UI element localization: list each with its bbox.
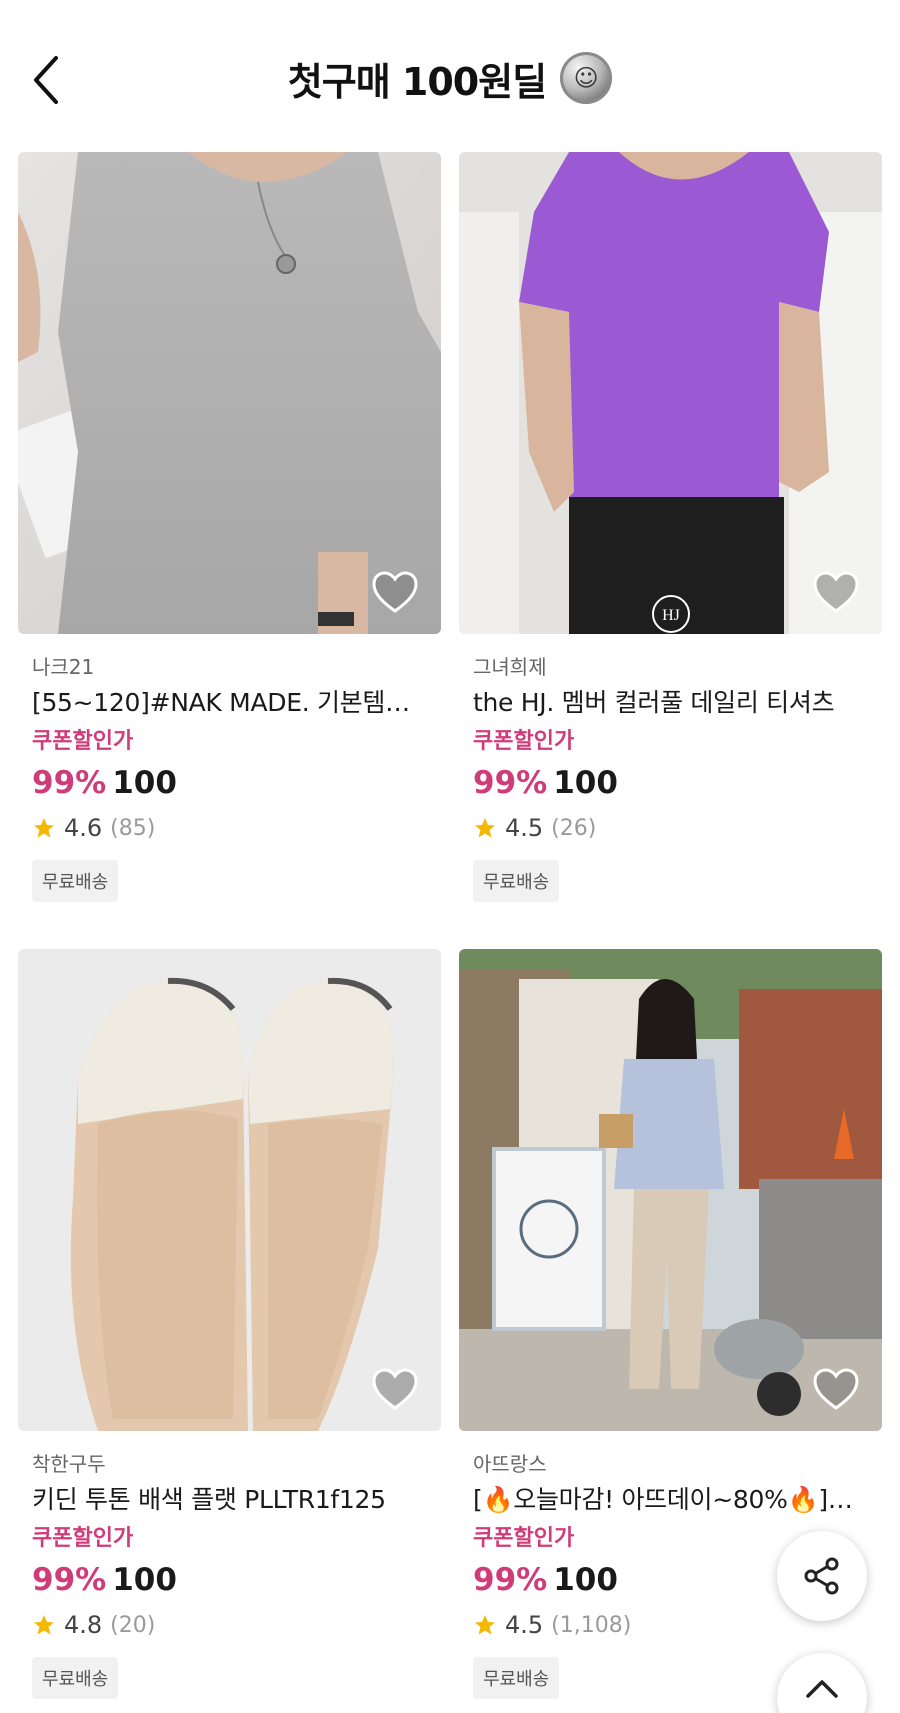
free-shipping-badge: 무료배송 <box>32 1657 119 1699</box>
rating-value: 4.5 <box>505 814 544 842</box>
page-title: 첫구매 100원딜 <box>287 59 547 104</box>
rating-row: 4.6 (85) <box>32 806 427 850</box>
svg-text:HJ: HJ <box>662 607 680 624</box>
product-info: 그녀희제 the HJ. 멤버 컬러풀 데일리 티셔츠 쿠폰할인가 99% 10… <box>459 634 882 902</box>
discount-rate: 99% <box>32 1562 107 1598</box>
star-icon <box>475 818 495 838</box>
chevron-up-icon <box>806 1680 838 1698</box>
price: 100 <box>553 1562 618 1598</box>
heart-icon[interactable] <box>812 570 860 614</box>
heart-icon[interactable] <box>371 570 419 614</box>
share-icon <box>804 1557 839 1595</box>
heart-icon[interactable] <box>812 1367 860 1411</box>
discount-rate: 99% <box>473 1562 548 1598</box>
discount-rate: 99% <box>473 765 548 801</box>
rating-value: 4.8 <box>64 1611 103 1639</box>
product-card[interactable]: HJ 그녀희제 the HJ. 멤버 컬러풀 데일리 티셔츠 쿠폰할인가 99%… <box>459 152 882 949</box>
rating-value: 4.6 <box>64 814 103 842</box>
coupon-label: 쿠폰할인가 <box>32 1526 134 1551</box>
woman-outfit-street-photo <box>459 949 882 1431</box>
purple-tshirt-photo: HJ <box>459 152 882 634</box>
product-name[interactable]: [🔥오늘마감! 아뜨데이~80%🔥]… <box>473 1479 868 1521</box>
product-name[interactable]: the HJ. 멤버 컬러풀 데일리 티셔츠 <box>473 682 868 724</box>
shop-name[interactable]: 착한구두 <box>32 1449 427 1479</box>
product-info: 나크21 [55~120]#NAK MADE. 기본템은 … 쿠폰할인가 99%… <box>18 634 441 902</box>
review-count: (26) <box>551 815 597 841</box>
coupon-label: 쿠폰할인가 <box>32 729 134 754</box>
heart-icon[interactable] <box>371 1367 419 1411</box>
product-card[interactable]: 나크21 [55~120]#NAK MADE. 기본템은 … 쿠폰할인가 99%… <box>18 152 441 949</box>
rating-value: 4.5 <box>505 1611 544 1639</box>
price: 100 <box>112 765 177 801</box>
free-shipping-badge: 무료배송 <box>473 1657 560 1699</box>
app-header: 첫구매 100원딜 ☺ <box>0 0 900 150</box>
product-info: 착한구두 키딘 투톤 배색 플랫 PLLTR1f125 쿠폰할인가 99% 10… <box>18 1431 441 1699</box>
product-name[interactable]: [55~120]#NAK MADE. 기본템은 … <box>32 682 427 724</box>
shop-name[interactable]: 아뜨랑스 <box>473 1449 868 1479</box>
price: 100 <box>112 1562 177 1598</box>
gray-tshirt-photo <box>18 152 441 634</box>
shop-name[interactable]: 나크21 <box>32 652 427 682</box>
free-shipping-badge: 무료배송 <box>32 860 119 902</box>
shop-name[interactable]: 그녀희제 <box>473 652 868 682</box>
product-name[interactable]: 키딘 투톤 배색 플랫 PLLTR1f125 <box>32 1479 427 1521</box>
review-count: (85) <box>110 815 156 841</box>
product-image-beige-flats[interactable] <box>18 949 441 1431</box>
page-title-wrap: 첫구매 100원딜 ☺ <box>0 48 900 108</box>
product-card[interactable]: 착한구두 키딘 투톤 배색 플랫 PLLTR1f125 쿠폰할인가 99% 10… <box>18 949 441 1713</box>
beige-flats-photo <box>18 949 441 1431</box>
discount-rate: 99% <box>32 765 107 801</box>
share-button[interactable] <box>777 1531 867 1621</box>
product-image-purple-tshirt[interactable]: HJ <box>459 152 882 634</box>
star-icon <box>34 818 54 838</box>
price-row: 99% 100 <box>473 760 868 806</box>
product-image-woman-outfit[interactable] <box>459 949 882 1431</box>
product-image-gray-tshirt[interactable] <box>18 152 441 634</box>
price: 100 <box>553 765 618 801</box>
free-shipping-badge: 무료배송 <box>473 860 560 902</box>
product-grid: 나크21 [55~120]#NAK MADE. 기본템은 … 쿠폰할인가 99%… <box>18 152 882 1713</box>
rating-row: 4.8 (20) <box>32 1603 427 1647</box>
star-icon <box>475 1615 495 1635</box>
price-row: 99% 100 <box>32 1557 427 1603</box>
price-row: 99% 100 <box>32 760 427 806</box>
coupon-label: 쿠폰할인가 <box>473 729 575 754</box>
review-count: (1,108) <box>551 1612 632 1638</box>
rating-row: 4.5 (26) <box>473 806 868 850</box>
coin-icon: ☺ <box>560 52 613 104</box>
star-icon <box>34 1615 54 1635</box>
review-count: (20) <box>110 1612 156 1638</box>
